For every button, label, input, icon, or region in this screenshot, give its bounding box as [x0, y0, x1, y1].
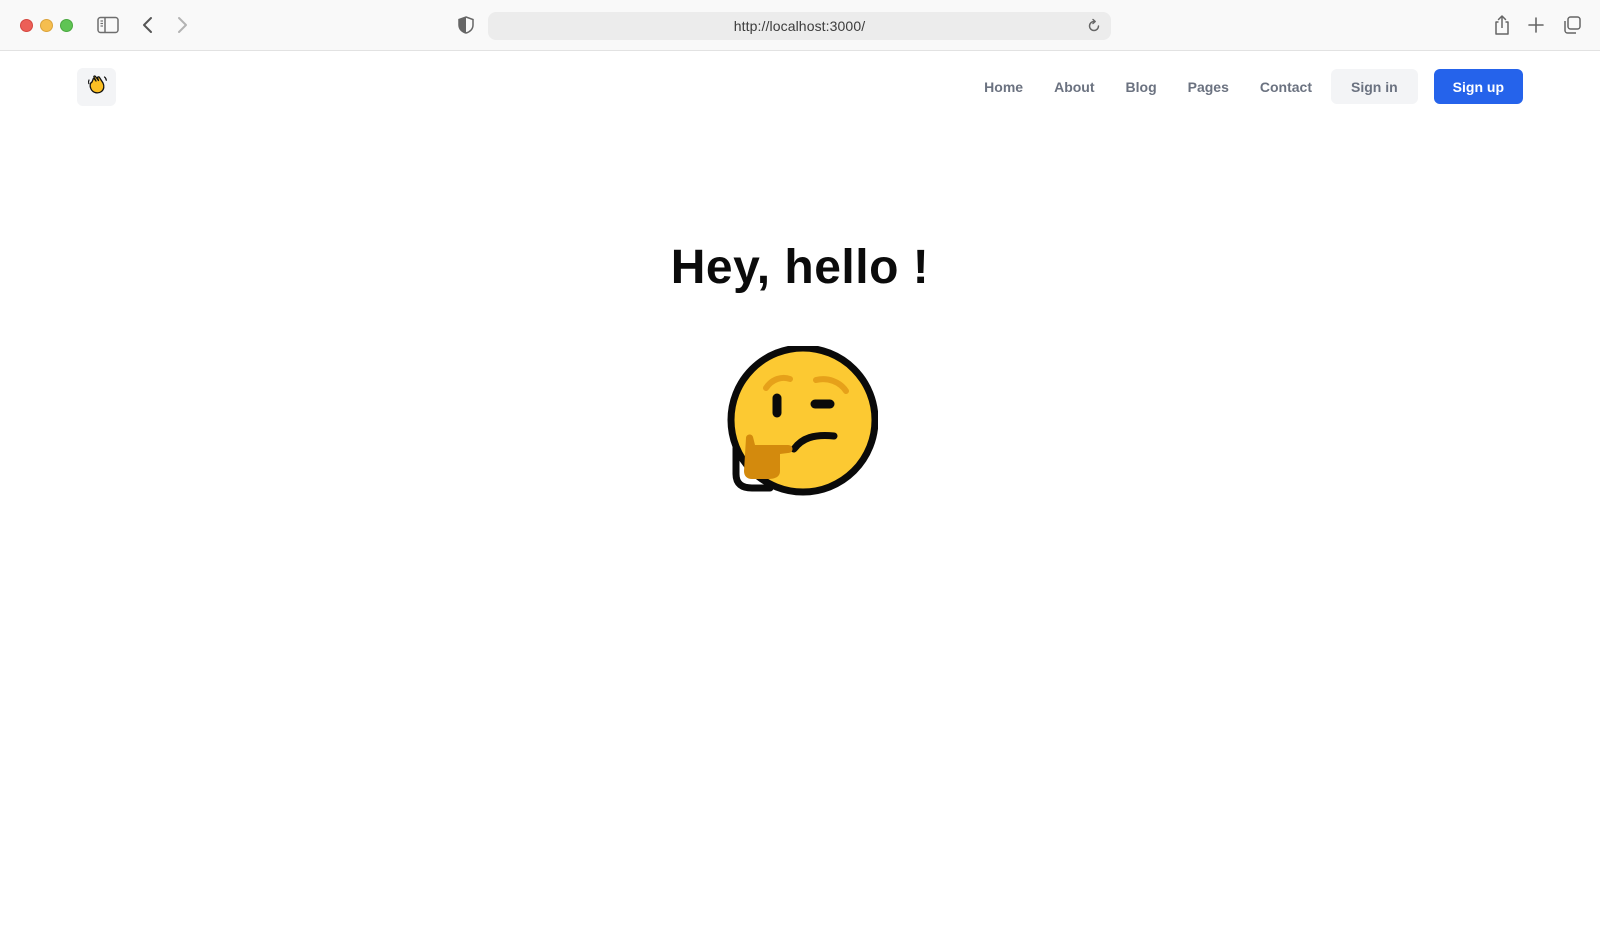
- back-icon[interactable]: [136, 13, 160, 37]
- address-bar[interactable]: http://localhost:3000/: [488, 12, 1111, 40]
- nav-about[interactable]: About: [1054, 79, 1094, 95]
- sign-up-button[interactable]: Sign up: [1433, 69, 1523, 104]
- main-nav: Home About Blog Pages Contact Sign in Si…: [984, 69, 1523, 104]
- reload-icon[interactable]: [1085, 17, 1103, 35]
- nav-home[interactable]: Home: [984, 79, 1023, 95]
- nav-blog[interactable]: Blog: [1126, 79, 1157, 95]
- page-title: Hey, hello !: [670, 241, 930, 294]
- shield-icon[interactable]: [454, 13, 478, 37]
- nav-contact[interactable]: Contact: [1260, 79, 1312, 95]
- close-window-button[interactable]: [20, 19, 33, 32]
- sign-in-button[interactable]: Sign in: [1331, 69, 1418, 104]
- forward-icon[interactable]: [170, 13, 194, 37]
- waving-hand-icon: [86, 74, 108, 101]
- tabs-overview-icon[interactable]: [1560, 13, 1584, 37]
- minimize-window-button[interactable]: [40, 19, 53, 32]
- share-icon[interactable]: [1490, 13, 1514, 37]
- nav-pages[interactable]: Pages: [1188, 79, 1229, 95]
- browser-toolbar: http://localhost:3000/: [0, 0, 1600, 51]
- sidebar-toggle-icon[interactable]: [96, 13, 120, 37]
- site-logo[interactable]: [77, 68, 116, 106]
- maximize-window-button[interactable]: [60, 19, 73, 32]
- new-tab-icon[interactable]: [1524, 13, 1548, 37]
- thinking-face-icon: [722, 344, 879, 502]
- url-text[interactable]: http://localhost:3000/: [488, 18, 1111, 34]
